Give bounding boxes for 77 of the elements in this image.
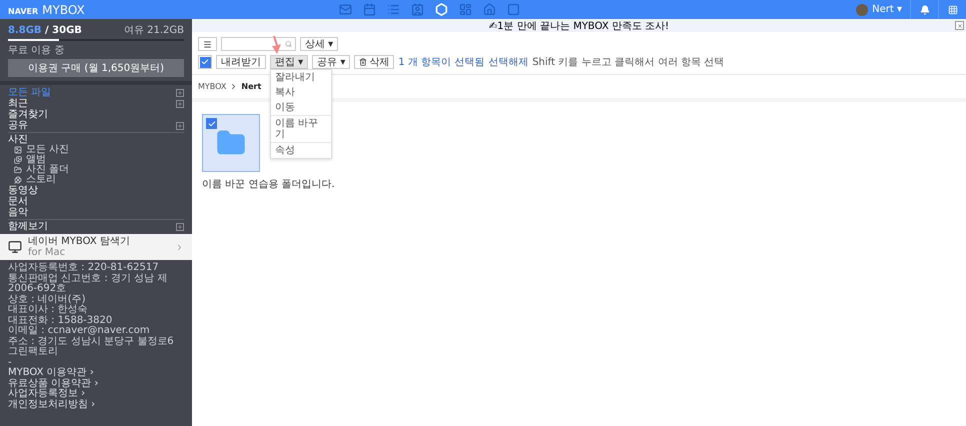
deselect-link[interactable]: 선택해제 xyxy=(488,55,528,69)
nav-section-title[interactable]: 사진 xyxy=(8,134,28,145)
layout-icon[interactable] xyxy=(458,2,472,16)
company-info: 대표이사 : 한성숙 xyxy=(8,305,89,316)
company-info: 사업자등록번호 : 220-81-62517 xyxy=(8,263,160,274)
close-icon[interactable] xyxy=(955,21,964,30)
nav-item[interactable]: 동영상 xyxy=(8,185,38,196)
menu-button[interactable]: 공유 ▾ xyxy=(312,55,350,69)
calendar-icon[interactable] xyxy=(362,2,376,16)
hexagon-icon[interactable] xyxy=(434,2,448,16)
company-info: 주소 : 경기도 성남시 분당구 불정로6 그린팩토리 xyxy=(8,336,175,358)
nav-subitem[interactable]: 모든 사진 xyxy=(26,145,70,155)
detail-dropdown[interactable]: 상세 ▾ xyxy=(300,37,338,51)
file-name[interactable]: 이름 바꾼 연습용 폴더입니다. xyxy=(202,177,335,191)
nav-subitem[interactable]: 스토리 xyxy=(26,175,56,185)
footer-link[interactable]: 사업자등록정보 › xyxy=(8,389,184,400)
app-promo-banner[interactable]: 네이버 MYBOX 탐색기 for Mac xyxy=(0,234,192,260)
company-info: 대표전화 : 1588-3820 xyxy=(8,316,114,326)
company-info: 이메일 : ccnaver@naver.com xyxy=(8,326,151,336)
square-icon[interactable] xyxy=(506,2,520,16)
expand-icon[interactable] xyxy=(176,122,184,130)
image-icon xyxy=(14,146,22,154)
delete-button[interactable]: 삭제 xyxy=(354,55,394,69)
menu-item[interactable]: 이동 xyxy=(271,100,331,115)
plan-status: 무료 이용 중 xyxy=(8,44,66,57)
trash-icon xyxy=(359,58,368,66)
company-info: 통신판매업 신고번호 : 경기 성남 제 2006-692호 xyxy=(8,274,168,294)
house-icon[interactable] xyxy=(482,2,496,16)
user-menu[interactable]: Nert ▾ xyxy=(872,4,902,15)
chevron-right-icon xyxy=(175,242,184,252)
menu-item[interactable]: 속성 xyxy=(271,143,331,158)
folder-icon xyxy=(14,166,22,174)
app-logo[interactable]: NAVER MYBOX xyxy=(8,2,338,16)
folder-tile[interactable] xyxy=(202,114,260,172)
selection-hint: Shift 키를 누르고 클릭해서 여러 항목 선택 xyxy=(532,56,724,69)
view-menu-button[interactable] xyxy=(198,37,217,51)
menu-item[interactable]: 잘라내기 xyxy=(271,70,331,85)
company-info: - xyxy=(8,358,13,368)
nav-item[interactable]: 공유 xyxy=(8,120,28,131)
search-field[interactable] xyxy=(221,37,296,51)
breadcrumb-link[interactable]: MYBOX xyxy=(198,82,226,91)
breadcrumb-current: Nert xyxy=(241,82,262,91)
storage-usage: 8.8GB / 30GB xyxy=(8,24,82,36)
search-icon xyxy=(285,40,292,48)
nav-item[interactable]: 문서 xyxy=(8,196,28,207)
arrow-icon xyxy=(271,36,281,54)
mail-icon[interactable] xyxy=(338,2,352,16)
nav-item[interactable]: 즐겨찾기 xyxy=(8,109,48,120)
company-info: 상호 : 네이버(주) xyxy=(8,294,87,304)
nav-item[interactable]: 음악 xyxy=(8,207,28,218)
nav-subitem[interactable]: 앨범 xyxy=(26,155,46,165)
monitor-icon xyxy=(8,240,22,254)
free-space: 여유 21.2GB xyxy=(124,24,184,37)
menu-button[interactable]: 편집 ▾ xyxy=(270,55,308,69)
select-all-checkbox[interactable] xyxy=(200,56,210,68)
expand-icon[interactable] xyxy=(176,100,184,108)
menu-item[interactable]: 복사 xyxy=(271,85,331,100)
promo-subtitle: for Mac xyxy=(28,247,66,258)
promo-title: 네이버 MYBOX 탐색기 xyxy=(28,236,131,247)
nav-item[interactable]: 최근 xyxy=(8,98,28,109)
menu-item[interactable]: 이름 바꾸기 xyxy=(271,116,331,142)
menu-icon xyxy=(203,40,212,48)
download-button[interactable]: 내려받기 xyxy=(216,55,266,69)
images-icon xyxy=(14,156,22,164)
expand-icon[interactable] xyxy=(176,88,184,96)
footer-link[interactable]: MYBOX 이용약관 › xyxy=(8,368,184,378)
nav-item[interactable]: 함께보기 xyxy=(8,221,48,232)
contact-icon[interactable] xyxy=(410,2,424,16)
nav-subitem[interactable]: 사진 폴더 xyxy=(26,165,70,175)
avatar[interactable] xyxy=(856,4,868,16)
footer-link[interactable]: 개인정보처리방침 › xyxy=(8,400,184,410)
buy-plan-button[interactable]: 이용권 구매 (월 1,650원부터) xyxy=(8,59,184,77)
selection-count: 1 개 항목이 선택됨 xyxy=(398,56,484,69)
expand-icon[interactable] xyxy=(176,222,184,230)
footer-link[interactable]: 유료상품 이용약관 › xyxy=(8,378,184,389)
clover-icon xyxy=(14,176,22,184)
file-checkbox[interactable] xyxy=(206,118,217,129)
